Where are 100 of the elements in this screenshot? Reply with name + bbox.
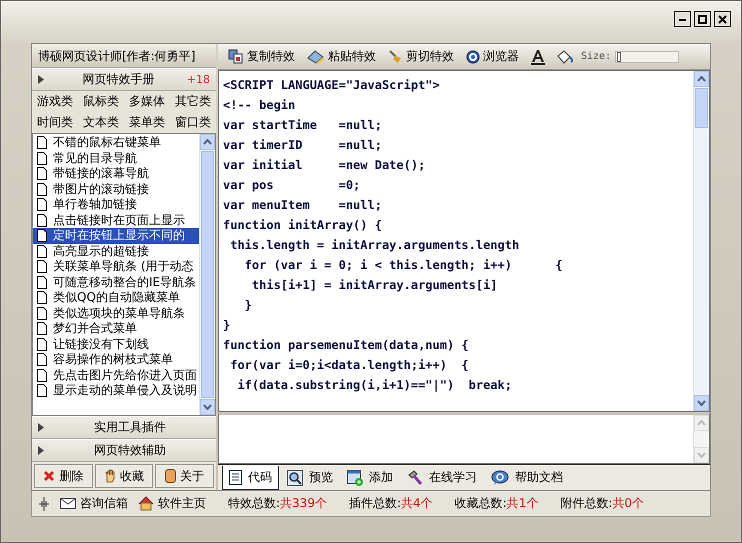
document-icon xyxy=(37,136,47,150)
effect-item[interactable]: 类似选项块的菜单导航条 xyxy=(33,306,199,321)
document-icon xyxy=(37,306,47,320)
document-icon xyxy=(37,182,47,196)
section-header[interactable]: 网页特效辅助 xyxy=(32,439,216,462)
envelope-icon xyxy=(60,498,76,509)
scrollbar[interactable] xyxy=(693,71,709,411)
minimize-button[interactable] xyxy=(674,11,691,27)
cross-icon xyxy=(43,470,56,482)
effect-item[interactable]: 显示走动的菜单侵入及说明 xyxy=(33,383,199,398)
code-line: this.length = initArray.arguments.length xyxy=(229,237,520,254)
hammer-icon xyxy=(407,470,423,486)
code-line: <!-- begin xyxy=(223,97,296,114)
size-label: Size: xyxy=(581,51,612,62)
browser-icon xyxy=(466,50,480,64)
copy-icon xyxy=(228,49,244,64)
code-line: for(var i=0;i<data.length;i++) { xyxy=(229,357,470,374)
count-label: +18 xyxy=(186,73,210,86)
magnifier-icon xyxy=(287,470,303,486)
close-button[interactable] xyxy=(714,11,731,27)
section-header[interactable]: 实用工具插件 xyxy=(32,416,216,439)
learn-tab[interactable]: 在线学习 xyxy=(401,466,483,490)
effect-item[interactable]: 常见的目录导航 xyxy=(33,150,199,166)
effect-item[interactable]: 不错的鼠标右键菜单 xyxy=(33,135,199,150)
cut-button[interactable]: 剪切特效 xyxy=(384,48,458,65)
size-slider[interactable] xyxy=(615,50,680,62)
document-icon xyxy=(37,291,47,304)
help-icon xyxy=(491,470,509,485)
count-label: 附件总数:共0个 xyxy=(560,495,644,512)
effect-item[interactable]: 点击链接时在页面上显示 xyxy=(33,212,199,228)
code-line: } xyxy=(223,317,232,334)
count-label: 特效总数:共339个 xyxy=(228,495,327,512)
document-icon xyxy=(37,152,47,165)
document-icon xyxy=(229,470,242,484)
about-button[interactable]: 关于 xyxy=(155,464,214,488)
resize-handle-icon[interactable] xyxy=(38,496,50,510)
code-line: function parsemenuItem(data,num) { xyxy=(223,337,470,354)
effect-item[interactable]: 容易操作的树枝式菜单 xyxy=(33,352,199,368)
chevron-down-icon[interactable] xyxy=(697,400,706,406)
maximize-icon xyxy=(698,14,707,24)
code-editor[interactable] xyxy=(218,70,710,412)
effect-item[interactable]: 单行卷轴加链接 xyxy=(33,197,199,212)
effect-item[interactable]: 可随意移动整合的IE导航条 xyxy=(33,274,199,290)
paint-bucket-icon[interactable] xyxy=(556,48,574,64)
chevron-up-icon[interactable] xyxy=(203,139,212,145)
effect-item[interactable]: 让链接没有下划线 xyxy=(33,336,199,352)
maximize-button[interactable] xyxy=(694,11,711,27)
eraser-icon xyxy=(307,49,325,64)
document-icon xyxy=(37,260,47,274)
broom-icon xyxy=(388,49,403,64)
add-tab[interactable]: 添加 xyxy=(341,466,399,490)
help-tab[interactable]: 帮助文档 xyxy=(485,466,569,490)
section-header[interactable]: 网页特效手册 +18 xyxy=(32,68,216,91)
document-icon xyxy=(37,214,47,227)
hand-icon xyxy=(104,469,116,483)
scroll-thumb[interactable] xyxy=(695,88,708,128)
code-line: this[i+1] = initArray.arguments[i] xyxy=(250,277,499,294)
code-line: var timerID =null; xyxy=(223,137,383,154)
document-icon xyxy=(37,244,47,258)
effect-item[interactable]: 高亮显示的超链接 xyxy=(33,244,199,259)
expand-arrow-icon xyxy=(38,423,44,432)
document-icon xyxy=(37,353,47,366)
effect-item[interactable]: 先点击图片先给你进入页面 xyxy=(33,368,199,383)
delete-button[interactable]: 删除 xyxy=(34,464,93,488)
chevron-up-icon[interactable] xyxy=(697,76,706,82)
browser-button[interactable]: 浏览器 xyxy=(462,48,523,65)
effect-item[interactable]: 关联菜单导航条 (用于动态 xyxy=(33,259,199,274)
document-icon xyxy=(37,229,47,242)
effect-item[interactable]: 带图片的滚动链接 xyxy=(33,182,199,197)
paste-button[interactable]: 粘贴特效 xyxy=(303,48,380,65)
code-line: var initial =new Date(); xyxy=(223,157,426,174)
slider-thumb[interactable] xyxy=(617,52,622,62)
expand-arrow-icon xyxy=(38,446,44,455)
close-icon xyxy=(718,14,727,24)
code-line: for (var i = 0; i < this.length; i++) { xyxy=(244,257,564,274)
code-line: var startTime =null; xyxy=(223,117,383,134)
document-icon xyxy=(37,167,47,180)
preview-tab[interactable]: 预览 xyxy=(281,466,339,490)
count-label: 插件总数:共4个 xyxy=(348,495,433,512)
code-line: function initArray() { xyxy=(223,217,383,234)
effect-item[interactable]: 定时在按钮上显示不同的 xyxy=(33,228,199,244)
document-icon xyxy=(37,198,47,212)
scrollbar[interactable] xyxy=(199,134,215,415)
mail-link[interactable]: 咨询信箱 xyxy=(60,495,128,512)
effect-item[interactable]: 带链接的滚幕导航 xyxy=(33,166,199,182)
effect-item[interactable]: 梦幻并合式菜单 xyxy=(33,321,199,336)
code-tab[interactable]: 代码 xyxy=(222,466,279,490)
document-icon xyxy=(37,338,47,351)
scroll-thumb[interactable] xyxy=(201,151,214,398)
document-icon xyxy=(37,276,47,289)
font-icon[interactable] xyxy=(530,48,546,64)
app-title: 博硕网页设计师[作者:何勇平] xyxy=(32,44,216,68)
expand-arrow-icon xyxy=(38,75,44,84)
home-link[interactable]: 软件主页 xyxy=(138,495,206,512)
chevron-down-icon[interactable] xyxy=(203,404,212,410)
effect-item[interactable]: 类似QQ的自动隐藏菜单 xyxy=(33,290,199,306)
text-area[interactable] xyxy=(218,412,710,464)
add-window-icon xyxy=(347,470,363,486)
favorite-button[interactable]: 收藏 xyxy=(94,464,154,488)
copy-button[interactable]: 复制特效 xyxy=(224,48,299,65)
